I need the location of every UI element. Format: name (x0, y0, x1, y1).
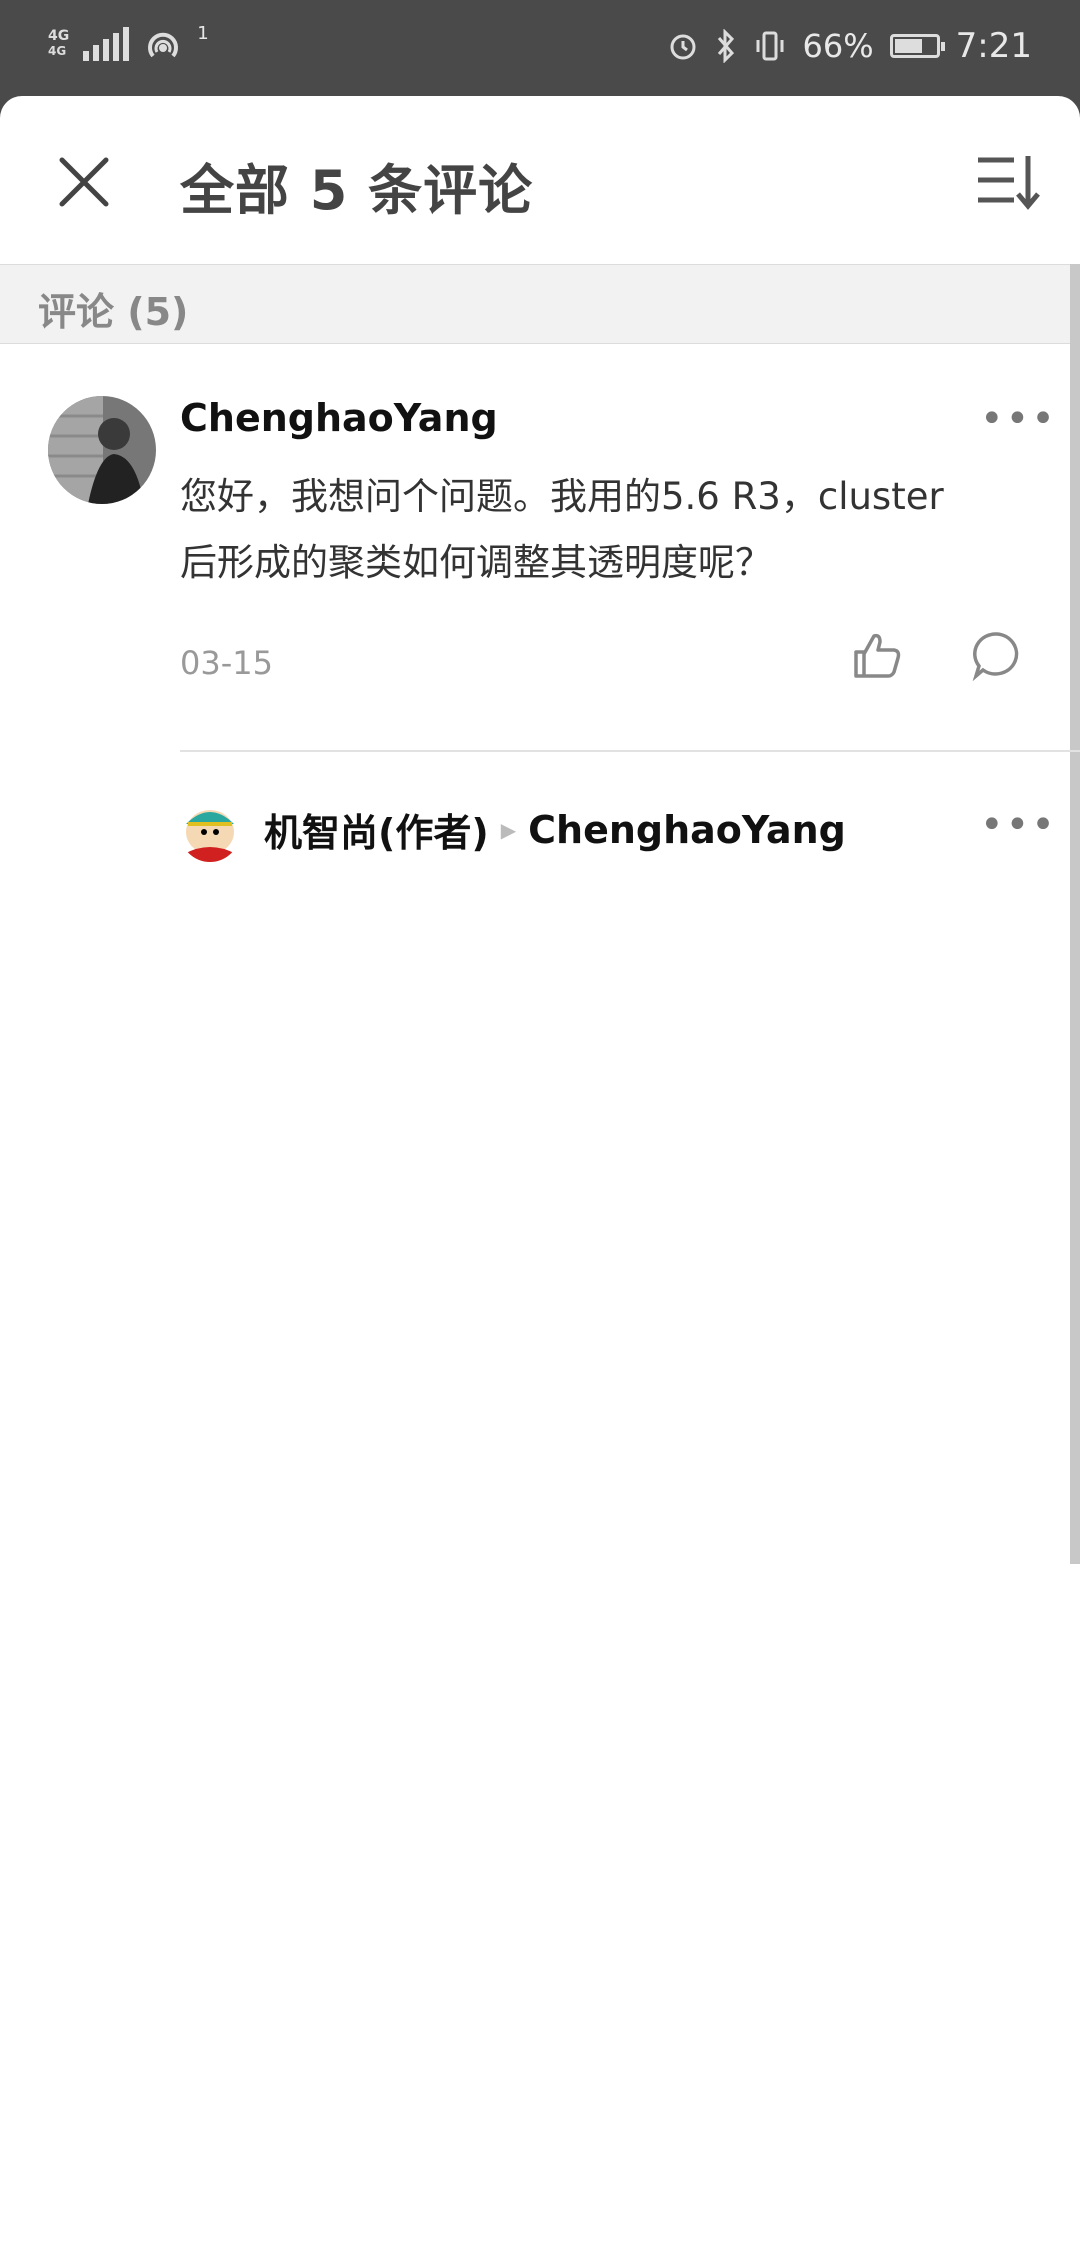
like-icon[interactable] (850, 628, 904, 682)
close-icon[interactable] (52, 150, 116, 214)
signal-icon (83, 27, 130, 61)
alarm-icon (670, 34, 696, 60)
bluetooth-icon (717, 29, 734, 63)
network-type: 4G 4G (48, 28, 70, 59)
page-title: 全部 5 条评论 (180, 159, 534, 222)
scrollbar[interactable] (1070, 264, 1080, 1564)
reply-arrow-icon: ▶ (500, 817, 517, 842)
more-icon[interactable]: ••• (980, 802, 1057, 848)
clock: 7:21 (955, 26, 1032, 66)
divider (180, 750, 1080, 752)
avatar[interactable] (180, 802, 240, 862)
avatar[interactable] (48, 396, 156, 504)
sort-icon[interactable] (974, 150, 1040, 212)
wifi-hotspot-icon (148, 32, 179, 58)
section-label: 评论 (5) (38, 290, 189, 334)
vibrate-icon (756, 31, 784, 61)
comment-author[interactable]: ChenghaoYang (180, 396, 498, 440)
sheet-header: 全部 5 条评论 (0, 96, 1080, 264)
more-icon[interactable]: ••• (980, 396, 1057, 442)
sim-badge: 1 (197, 22, 209, 44)
status-bar: 4G 4G 1 66% 7:21 (0, 0, 1080, 96)
battery-percent: 66% (802, 27, 874, 65)
reply-author[interactable]: 机智尚(作者) (264, 802, 489, 857)
comments-sheet: 全部 5 条评论 评论 (5) ChenghaoYang ••• 您好，我想问个… (0, 96, 1080, 2244)
battery-icon (889, 34, 945, 58)
reply-target[interactable]: ChenghaoYang (528, 808, 846, 852)
comment-text: 您好，我想问个问题。我用的5.6 R3，cluster 后形成的聚类如何调整其透… (180, 475, 944, 584)
section-header: 评论 (5) (0, 264, 1080, 344)
reply-icon[interactable] (970, 628, 1024, 682)
comment-date: 03-15 (180, 644, 273, 682)
